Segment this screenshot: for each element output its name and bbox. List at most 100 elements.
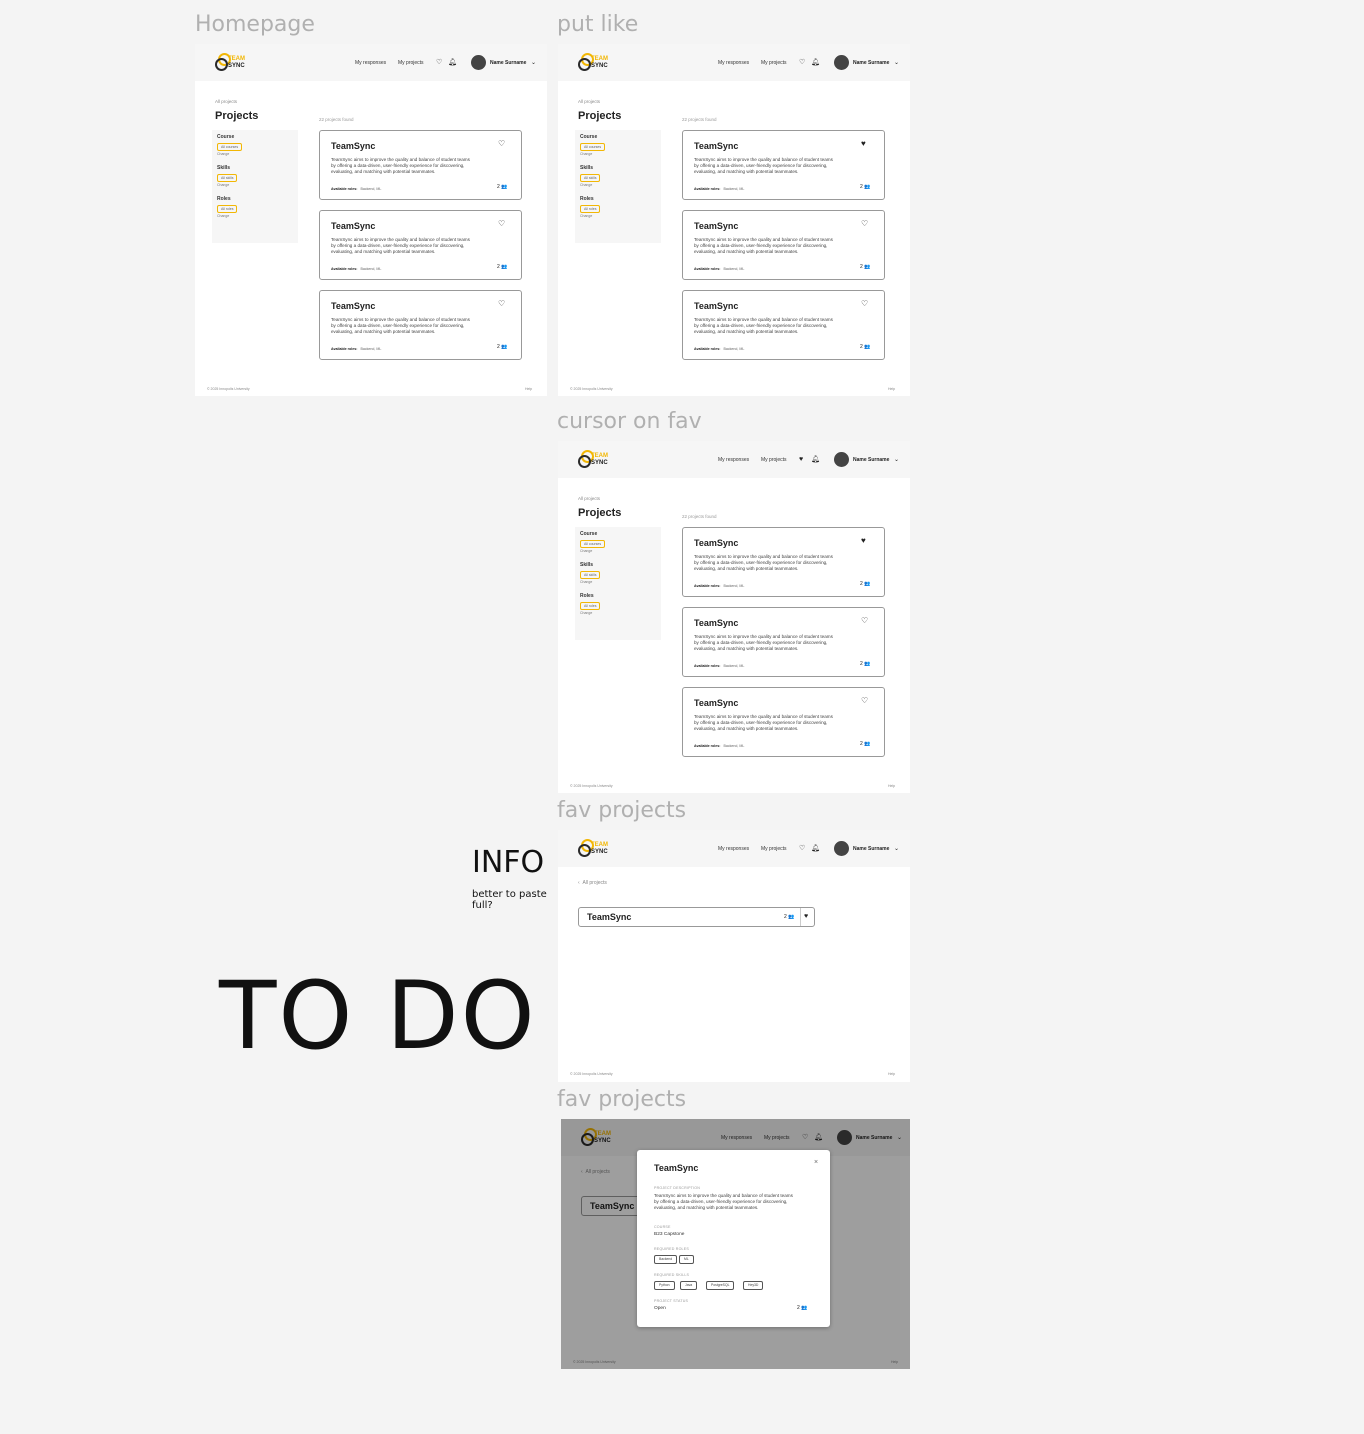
project-modal: TeamSync × PROJECT DESCRIPTION TeamSync … (637, 1150, 830, 1327)
user-name[interactable]: Name Surname (853, 846, 889, 852)
filter-change-skills[interactable]: Change (580, 580, 592, 584)
heart-icon[interactable]: ♡ (861, 617, 868, 625)
team-count: 2 👥 (784, 914, 795, 920)
nav-my-projects[interactable]: My projects (398, 60, 424, 66)
filter-change-roles[interactable]: Change (217, 214, 229, 218)
project-card[interactable]: TeamSync ♡ TeamSync aims to improve the … (682, 687, 885, 757)
info-heading: INFO (472, 845, 545, 880)
heart-filled-icon[interactable]: ♥ (799, 456, 803, 463)
filter-change-course[interactable]: Change (217, 152, 229, 156)
filter-change-course[interactable]: Change (580, 549, 592, 553)
project-title: TeamSync (331, 221, 376, 231)
heart-icon[interactable]: ♡ (799, 59, 805, 66)
project-card[interactable]: TeamSync ♡ TeamSync aims to improve the … (682, 290, 885, 360)
heart-icon[interactable]: ♡ (498, 300, 505, 308)
chevron-down-icon[interactable]: ⌄ (894, 59, 899, 66)
heart-filled-icon[interactable]: ♥ (804, 913, 808, 920)
back-link[interactable]: ‹ All projects (578, 880, 607, 886)
nav-my-responses[interactable]: My responses (718, 60, 749, 66)
footer-help-link[interactable]: Help (888, 784, 895, 788)
logo-text-team: TEAM (228, 56, 245, 62)
filter-chip-course[interactable]: All courses (217, 143, 243, 151)
filter-chip-course[interactable]: All courses (580, 540, 606, 548)
user-name[interactable]: Name Surname (853, 457, 889, 463)
logo-icon[interactable] (215, 53, 231, 71)
label-status: PROJECT STATUS (654, 1299, 689, 1303)
filter-chip-roles[interactable]: All roles (217, 205, 238, 213)
filter-chip-roles[interactable]: All roles (580, 205, 601, 213)
heart-icon[interactable]: ♡ (799, 845, 805, 852)
project-card[interactable]: TeamSync ♡ TeamSync aims to improve the … (319, 130, 522, 200)
page-title: Projects (578, 507, 622, 519)
heart-icon[interactable]: ♡ (861, 220, 868, 228)
bell-icon[interactable]: 🔔︎ (448, 59, 457, 66)
nav-my-projects[interactable]: My projects (761, 60, 787, 66)
avatar[interactable] (834, 55, 849, 70)
close-icon[interactable]: × (814, 1159, 818, 1166)
footer-copyright: © 2025 Innopolis University (570, 1072, 613, 1076)
filter-chip-skills[interactable]: All skills (217, 174, 238, 182)
logo-icon[interactable] (578, 53, 594, 71)
nav-my-responses[interactable]: My responses (355, 60, 386, 66)
filter-chip-roles[interactable]: All roles (580, 602, 601, 610)
project-title: TeamSync (694, 301, 739, 311)
filter-change-skills[interactable]: Change (580, 183, 592, 187)
fav-project-row[interactable]: TeamSync 2 👥 ♥ (578, 907, 815, 927)
heart-filled-icon[interactable]: ♥ (861, 537, 866, 545)
project-card[interactable]: TeamSync ♡ TeamSync aims to improve the … (319, 210, 522, 280)
project-card[interactable]: TeamSync ♡ TeamSync aims to improve the … (682, 607, 885, 677)
avatar[interactable] (834, 841, 849, 856)
heart-filled-icon[interactable]: ♥ (861, 140, 866, 148)
avatar[interactable] (471, 55, 486, 70)
nav-my-projects[interactable]: My projects (761, 457, 787, 463)
logo-icon[interactable] (578, 450, 594, 468)
filter-change-roles[interactable]: Change (580, 611, 592, 615)
fav-project-title: TeamSync (587, 912, 632, 922)
nav-my-projects[interactable]: My projects (761, 846, 787, 852)
user-name[interactable]: Name Surname (490, 60, 526, 66)
filter-change-roles[interactable]: Change (580, 214, 592, 218)
heart-icon[interactable]: ♡ (436, 59, 442, 66)
logo-text-sync: SYNC (228, 63, 245, 69)
nav-my-responses[interactable]: My responses (718, 846, 749, 852)
footer-help-link[interactable]: Help (888, 387, 895, 391)
project-card[interactable]: TeamSync ♡ TeamSync aims to improve the … (682, 210, 885, 280)
results-count: 22 projects found (682, 117, 717, 122)
bell-icon[interactable]: 🔔︎ (811, 456, 820, 463)
filter-chip-course[interactable]: All courses (580, 143, 606, 151)
team-count: 2 👥 (497, 264, 508, 270)
breadcrumb[interactable]: All projects (215, 99, 237, 104)
project-card[interactable]: TeamSync ♡ TeamSync aims to improve the … (319, 290, 522, 360)
project-card[interactable]: TeamSync ♥ TeamSync aims to improve the … (682, 130, 885, 200)
footer-help-link[interactable]: Help (888, 1072, 895, 1076)
heart-icon[interactable]: ♡ (498, 220, 505, 228)
heart-icon[interactable]: ♡ (498, 140, 505, 148)
filter-label-course: Course (217, 134, 235, 140)
project-description: TeamSync aims to improve the quality and… (694, 634, 833, 651)
filter-label-skills: Skills (580, 562, 594, 568)
chevron-down-icon[interactable]: ⌄ (894, 456, 899, 463)
project-card[interactable]: TeamSync ♥ TeamSync aims to improve the … (682, 527, 885, 597)
nav-my-responses[interactable]: My responses (718, 457, 749, 463)
breadcrumb[interactable]: All projects (578, 496, 600, 501)
project-description: TeamSync aims to improve the quality and… (694, 237, 833, 254)
logo-text-sync: SYNC (591, 63, 608, 69)
heart-icon[interactable]: ♡ (861, 697, 868, 705)
bell-icon[interactable]: 🔔︎ (811, 59, 820, 66)
chevron-down-icon[interactable]: ⌄ (894, 845, 899, 852)
bell-icon[interactable]: 🔔︎ (811, 845, 820, 852)
logo-icon[interactable] (578, 839, 594, 857)
breadcrumb[interactable]: All projects (578, 99, 600, 104)
top-header: TEAM SYNC My responses My projects ♡ 🔔︎ … (195, 44, 547, 81)
project-title: TeamSync (694, 618, 739, 628)
chevron-down-icon[interactable]: ⌄ (531, 59, 536, 66)
filter-change-skills[interactable]: Change (217, 183, 229, 187)
filter-change-course[interactable]: Change (580, 152, 592, 156)
footer-help-link[interactable]: Help (525, 387, 532, 391)
avatar[interactable] (834, 452, 849, 467)
filter-chip-skills[interactable]: All skills (580, 571, 601, 579)
filter-chip-skills[interactable]: All skills (580, 174, 601, 182)
user-name[interactable]: Name Surname (853, 60, 889, 66)
heart-icon[interactable]: ♡ (861, 300, 868, 308)
label-skills: REQUIRED SKILLS (654, 1273, 690, 1277)
